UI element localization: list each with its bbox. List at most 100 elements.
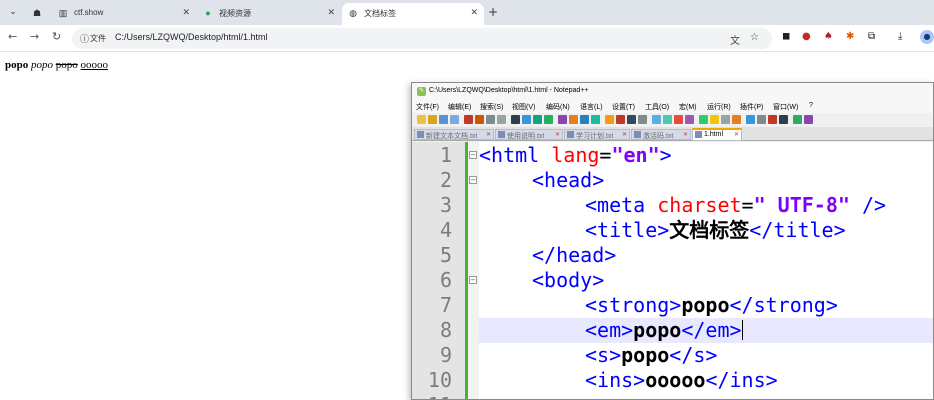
close-icon[interactable]: ✕ xyxy=(555,131,560,138)
toolbar-tool-icon[interactable] xyxy=(746,115,755,124)
menu-language[interactable]: 语言(L) xyxy=(580,102,603,112)
tab-search-chevron-icon[interactable]: ⌄ xyxy=(4,4,22,21)
extension-badge-icon[interactable]: ● xyxy=(802,31,811,42)
address-bar[interactable]: ⓘ 文件 C:/Users/LZQWQ/Desktop/html/1.html … xyxy=(72,28,772,49)
toolbar-tool-icon[interactable] xyxy=(674,115,683,124)
file-tab[interactable]: 使用说明.txt ✕ xyxy=(495,129,563,140)
forward-arrow-icon[interactable]: → xyxy=(30,30,39,43)
fold-collapse-icon[interactable]: − xyxy=(469,151,477,159)
toolbar-tool-icon[interactable] xyxy=(486,115,495,124)
toolbar-tool-icon[interactable] xyxy=(652,115,661,124)
menu-encoding[interactable]: 编码(N) xyxy=(546,102,570,112)
tab-pinned[interactable]: ☗ xyxy=(26,3,48,25)
menu-edit[interactable]: 编辑(E) xyxy=(448,102,471,112)
new-tab-button[interactable]: + xyxy=(488,5,498,19)
extension-shield-icon[interactable]: ♠ xyxy=(824,31,833,42)
menu-settings[interactable]: 设置(T) xyxy=(612,102,635,112)
toolbar-tool-icon[interactable] xyxy=(522,115,531,124)
toolbar-tool-icon[interactable] xyxy=(558,115,567,124)
code-line-2: <head> xyxy=(532,168,605,192)
toolbar-tool-icon[interactable] xyxy=(533,115,542,124)
download-icon[interactable]: ⤓ xyxy=(898,31,902,42)
toolbar-tool-icon[interactable] xyxy=(417,115,426,124)
toolbar-tool-icon[interactable] xyxy=(450,115,459,124)
file-tab-active[interactable]: 1.html ✕ xyxy=(692,128,742,141)
toolbar-tool-icon[interactable] xyxy=(699,115,708,124)
toolbar-tool-icon[interactable] xyxy=(580,115,589,124)
file-tab-label: 1.html xyxy=(704,131,724,138)
close-icon[interactable]: ✕ xyxy=(182,7,190,18)
menu-view[interactable]: 视图(V) xyxy=(512,102,535,112)
file-tab[interactable]: 学习计划.txt ✕ xyxy=(564,129,630,140)
bookmark-star-icon[interactable]: ☆ xyxy=(750,32,759,43)
code-editor[interactable]: 1 2 3 4 5 6 7 8 9 10 11 − − − <html lang… xyxy=(412,142,933,399)
toolbar-tool-icon[interactable] xyxy=(804,115,813,124)
close-icon[interactable]: ✕ xyxy=(327,7,335,18)
close-icon[interactable]: ✕ xyxy=(683,131,688,138)
toolbar-tool-icon[interactable] xyxy=(591,115,600,124)
info-icon[interactable]: ⓘ xyxy=(80,32,89,45)
toolbar-tool-icon[interactable] xyxy=(710,115,719,124)
toolbar-tool-icon[interactable] xyxy=(721,115,730,124)
toolbar-tool-icon[interactable] xyxy=(685,115,694,124)
menu-search[interactable]: 搜索(S) xyxy=(480,102,503,112)
code-line-8: <em>popo</em> xyxy=(585,318,743,342)
toolbar-tool-icon[interactable] xyxy=(779,115,788,124)
toolbar-tool-icon[interactable] xyxy=(497,115,506,124)
back-arrow-icon[interactable]: ← xyxy=(8,30,17,43)
code-line-10: <ins>ooooo</ins> xyxy=(585,368,778,392)
toolbar-tool-icon[interactable] xyxy=(605,115,614,124)
toolbar-tool-icon[interactable] xyxy=(544,115,553,124)
toolbar-tool-icon[interactable] xyxy=(464,115,473,124)
tab-video[interactable]: ● 视频资源 ✕ xyxy=(197,3,341,25)
menu-run[interactable]: 运行(R) xyxy=(707,102,731,112)
fold-collapse-icon[interactable]: − xyxy=(469,176,477,184)
toolbar-tool-icon[interactable] xyxy=(569,115,578,124)
profile-avatar[interactable]: ● xyxy=(920,30,934,44)
toolbar-tool-icon[interactable] xyxy=(627,115,636,124)
reload-icon[interactable]: ↻ xyxy=(52,30,61,43)
toolbar-tool-icon[interactable] xyxy=(511,115,520,124)
menu-tools[interactable]: 工具(O) xyxy=(645,102,669,112)
toolbar-tool-icon[interactable] xyxy=(663,115,672,124)
toolbar-tool-icon[interactable] xyxy=(439,115,448,124)
window-title-bar[interactable]: ✎ C:\Users\LZQWQ\Desktop\html\1.html - N… xyxy=(412,83,933,100)
toolbar-tool-icon[interactable] xyxy=(793,115,802,124)
menu-file[interactable]: 文件(F) xyxy=(416,102,439,112)
extension-fox-icon[interactable]: ✱ xyxy=(846,31,854,42)
file-scheme-label: 文件 xyxy=(90,34,106,43)
close-icon[interactable]: ✕ xyxy=(622,131,627,138)
text-cursor xyxy=(741,320,743,340)
close-icon[interactable]: ✕ xyxy=(734,131,739,138)
toolbar-tool-icon[interactable] xyxy=(475,115,484,124)
toolbar-tool-icon[interactable] xyxy=(732,115,741,124)
notepad-plus-plus-window: ✎ C:\Users\LZQWQ\Desktop\html\1.html - N… xyxy=(411,82,934,400)
fold-collapse-icon[interactable]: − xyxy=(469,276,477,284)
line-number: 3 xyxy=(439,193,452,217)
close-icon[interactable]: ✕ xyxy=(470,7,478,18)
translate-icon[interactable]: 文 xyxy=(730,32,740,47)
toolbar-tool-icon[interactable] xyxy=(757,115,766,124)
file-tab[interactable]: 激活码.txt ✕ xyxy=(631,129,691,140)
code-line-1: <html lang="en"> xyxy=(479,143,672,167)
leaf-icon: ● xyxy=(205,8,211,18)
file-tab[interactable]: 新建文本文档.txt ✕ xyxy=(414,129,494,140)
code-line-6: <body> xyxy=(532,268,605,292)
file-tab-label: 学习计划.txt xyxy=(576,133,614,140)
toolbar-tool-icon[interactable] xyxy=(768,115,777,124)
tab-active-document[interactable]: ◍ 文档标签 ✕ xyxy=(342,3,484,25)
extensions-puzzle-icon[interactable]: ⧉ xyxy=(868,31,875,42)
toolbar-tool-icon[interactable] xyxy=(616,115,625,124)
toolbar-tool-icon[interactable] xyxy=(638,115,647,124)
url-text[interactable]: C:/Users/LZQWQ/Desktop/html/1.html xyxy=(115,32,268,42)
menu-plugins[interactable]: 插件(P) xyxy=(740,102,763,112)
strikethrough-text: popo xyxy=(55,59,78,71)
menu-help[interactable]: ? xyxy=(809,102,813,109)
menu-macro[interactable]: 宏(M) xyxy=(679,102,697,112)
tab-ctf-show[interactable]: ▥ ctf.show ✕ xyxy=(52,3,196,25)
menu-window[interactable]: 窗口(W) xyxy=(773,102,798,112)
em-text: popo xyxy=(31,59,53,71)
extension-icon[interactable]: ◼ xyxy=(782,31,790,42)
toolbar-tool-icon[interactable] xyxy=(428,115,437,124)
close-icon[interactable]: ✕ xyxy=(486,131,491,138)
